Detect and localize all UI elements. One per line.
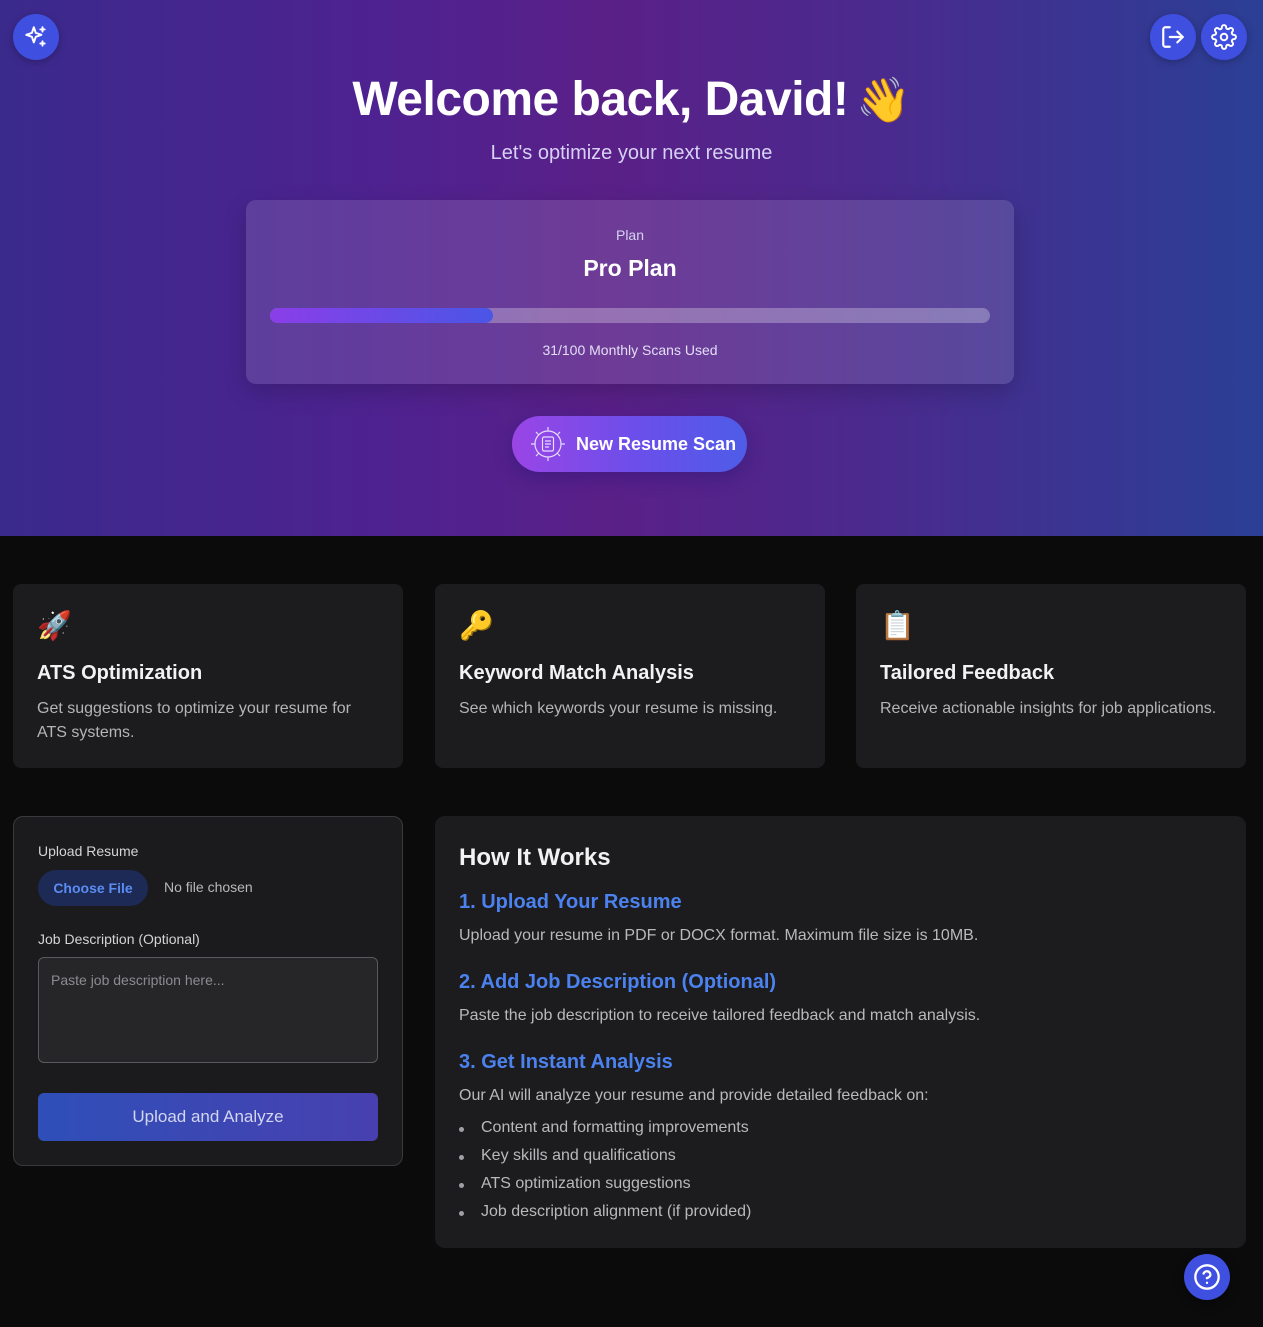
step-2-title: 2. Add Job Description (Optional) xyxy=(459,971,777,993)
step-3-description: Our AI will analyze your resume and prov… xyxy=(459,1087,929,1104)
feature-description: Receive actionable insights for job appl… xyxy=(880,700,1217,717)
file-status-text: No file chosen xyxy=(164,879,253,895)
plan-card: Plan Pro Plan 31/100 Monthly Scans Used xyxy=(246,200,1014,384)
feature-card-tailored-feedback: 📋 Tailored Feedback Receive actionable i… xyxy=(856,584,1246,768)
scan-usage-text: 31/100 Monthly Scans Used xyxy=(542,342,718,358)
step-1-title: 1. Upload Your Resume xyxy=(459,891,682,913)
how-it-works-card: How It Works 1. Upload Your Resume Uploa… xyxy=(435,816,1246,1248)
upload-resume-label: Upload Resume xyxy=(38,843,139,859)
new-resume-scan-label: New Resume Scan xyxy=(576,433,737,454)
list-item: ATS optimization suggestions xyxy=(459,1175,691,1192)
scan-usage-progress-fill xyxy=(270,308,494,323)
feature-description: Get suggestions to optimize your resume … xyxy=(37,700,351,741)
log-out-icon xyxy=(1162,26,1184,48)
clipboard-icon: 📋 xyxy=(880,610,915,641)
feature-card-keyword-match: 🔑 Keyword Match Analysis See which keywo… xyxy=(435,584,825,768)
settings-button[interactable] xyxy=(1201,14,1247,60)
welcome-text: Welcome back, David! xyxy=(352,73,849,126)
logout-button[interactable] xyxy=(1150,14,1196,60)
list-item: Key skills and qualifications xyxy=(459,1147,676,1164)
waving-hand-icon: 👋 xyxy=(856,76,911,125)
hero-banner: Welcome back, David! 👋 Let's optimize you… xyxy=(0,0,1263,536)
new-resume-scan-button[interactable]: New Resume Scan xyxy=(512,416,747,472)
upload-and-analyze-button[interactable]: Upload and Analyze xyxy=(38,1093,378,1141)
help-button[interactable] xyxy=(1184,1254,1230,1300)
key-icon: 🔑 xyxy=(459,610,494,641)
feature-description: See which keywords your resume is missin… xyxy=(459,700,778,717)
rocket-icon: 🚀 xyxy=(37,610,72,641)
step-2-description: Paste the job description to receive tai… xyxy=(459,1007,981,1024)
sparkles-icon xyxy=(25,26,46,47)
step-1-description: Upload your resume in PDF or DOCX format… xyxy=(459,927,979,944)
how-it-works-title: How It Works xyxy=(459,844,611,871)
gear-icon xyxy=(1211,24,1237,50)
welcome-subtitle: Let's optimize your next resume xyxy=(490,142,773,164)
plan-label: Plan xyxy=(615,227,645,243)
feature-title: Tailored Feedback xyxy=(880,662,1055,684)
scan-usage-progress-bar xyxy=(270,308,990,323)
feature-title: Keyword Match Analysis xyxy=(459,662,694,684)
gear-document-icon xyxy=(531,427,565,461)
help-circle-icon xyxy=(1194,1264,1220,1290)
job-description-textarea[interactable] xyxy=(38,957,378,1063)
job-description-label: Job Description (Optional) xyxy=(38,931,200,947)
list-item: Job description alignment (if provided) xyxy=(458,1203,752,1220)
welcome-heading: Welcome back, David! 👋 xyxy=(0,72,1263,127)
upload-form-card: Upload Resume Choose File No file chosen… xyxy=(13,816,403,1166)
plan-name: Pro Plan xyxy=(583,255,677,281)
feature-card-ats-optimization: 🚀 ATS Optimization Get suggestions to op… xyxy=(13,584,403,768)
list-item: Content and formatting improvements xyxy=(459,1119,749,1136)
choose-file-button[interactable]: Choose File xyxy=(38,870,148,906)
step-3-title: 3. Get Instant Analysis xyxy=(459,1051,673,1073)
feature-title: ATS Optimization xyxy=(37,662,203,684)
logo-button[interactable] xyxy=(13,14,59,60)
